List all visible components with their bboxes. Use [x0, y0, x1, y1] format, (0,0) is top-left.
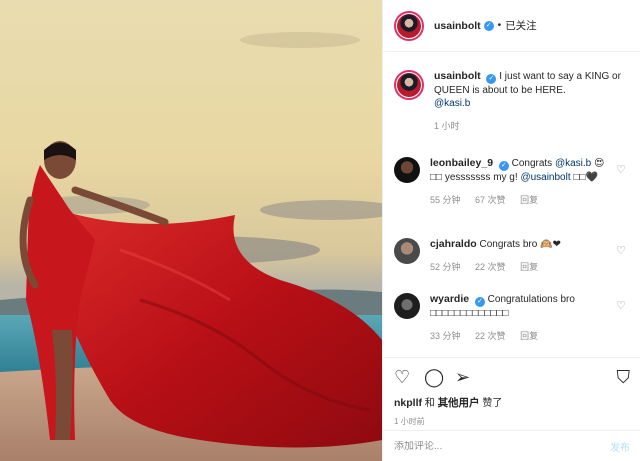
comment-time: 52 分钟 — [430, 262, 461, 272]
post-comment-button[interactable]: 发布 — [610, 439, 630, 454]
post-header: usainbolt ✓ • 已关注 — [383, 0, 640, 52]
comment-text: □□🖤 — [570, 172, 598, 183]
commenter-avatar[interactable] — [394, 238, 420, 264]
add-comment-bar: 发布 — [383, 430, 640, 461]
post-caption: usainbolt ✓ I just want to say a KING or… — [394, 70, 634, 133]
paper-plane-icon[interactable]: ➢ — [455, 366, 470, 388]
verified-badge-icon: ✓ — [498, 161, 509, 171]
instagram-post-view: usainbolt ✓ • 已关注 usainbolt ✓ I just wan… — [0, 0, 640, 461]
caption-author-avatar[interactable] — [394, 70, 424, 100]
author-username[interactable]: usainbolt — [434, 20, 481, 32]
commenter-avatar[interactable] — [394, 293, 420, 319]
author-avatar[interactable] — [394, 10, 424, 41]
post-actions: ♡ ◯ ➢ ⛉ nkpllf 和 其他用户 赞了 1 小时前 — [383, 357, 640, 427]
post-photo[interactable] — [0, 0, 382, 461]
post-side-panel: usainbolt ✓ • 已关注 usainbolt ✓ I just wan… — [382, 0, 640, 461]
separator-dot: • — [497, 20, 502, 31]
bookmark-icon[interactable]: ⛉ — [617, 366, 631, 388]
comment-reply-button[interactable]: 回复 — [520, 331, 538, 341]
caption-time: 1 小时 — [434, 121, 460, 131]
comment-bubble-icon[interactable]: ◯ — [424, 366, 444, 388]
comment-item: wyardie ✓ Congratulations bro □□□□□□□□□□… — [394, 293, 634, 343]
commenter-username[interactable]: leonbailey_9 — [430, 157, 493, 169]
comment-like-heart-icon[interactable]: ♡ — [616, 246, 626, 257]
verified-badge-icon: ✓ — [486, 74, 497, 84]
comment-text: Congrats bro 🙉❤ — [479, 239, 561, 250]
comment-likes[interactable]: 67 次赞 — [475, 195, 506, 205]
comment-mention-link[interactable]: @usainbolt — [520, 172, 570, 183]
comment-like-heart-icon[interactable]: ♡ — [616, 301, 626, 312]
comment-mention-link[interactable]: @kasi.b — [555, 158, 591, 169]
post-age[interactable]: 1 小时前 — [394, 416, 630, 427]
commenter-username[interactable]: wyardie — [430, 293, 469, 305]
liked-by-end: 赞了 — [479, 398, 503, 409]
liked-by-user[interactable]: nkpllf — [394, 397, 422, 409]
caption-mention-link[interactable]: @kasi.b — [434, 98, 470, 109]
comment-likes[interactable]: 22 次赞 — [475, 331, 506, 341]
liked-by-and: 和 — [422, 398, 438, 409]
comment-likes[interactable]: 22 次赞 — [475, 262, 506, 272]
verified-badge-icon: ✓ — [483, 20, 494, 31]
maternity-photo-image — [0, 0, 382, 461]
comment-item: leonbailey_9 ✓ Congrats @kasi.b 😍□□ yess… — [394, 157, 634, 207]
comment-item: cjahraldo Congrats bro 🙉❤ 52 分钟 22 次赞 回复… — [394, 238, 634, 274]
comment-text: Congrats — [511, 158, 555, 169]
commenter-avatar[interactable] — [394, 157, 420, 183]
verified-badge-icon: ✓ — [474, 297, 485, 307]
comment-time: 33 分钟 — [430, 331, 461, 341]
comment-time: 55 分钟 — [430, 195, 461, 205]
comment-like-heart-icon[interactable]: ♡ — [616, 165, 626, 176]
add-comment-input[interactable] — [394, 440, 610, 452]
follow-status-button[interactable]: 已关注 — [505, 18, 537, 33]
heart-outline-icon[interactable]: ♡ — [394, 366, 410, 388]
comment-reply-button[interactable]: 回复 — [520, 195, 538, 205]
liked-by-others[interactable]: 其他用户 — [438, 397, 480, 409]
comment-reply-button[interactable]: 回复 — [520, 262, 538, 272]
liked-by: nkpllf 和 其他用户 赞了 — [394, 394, 630, 410]
caption-username[interactable]: usainbolt — [434, 70, 481, 82]
commenter-username[interactable]: cjahraldo — [430, 238, 477, 250]
